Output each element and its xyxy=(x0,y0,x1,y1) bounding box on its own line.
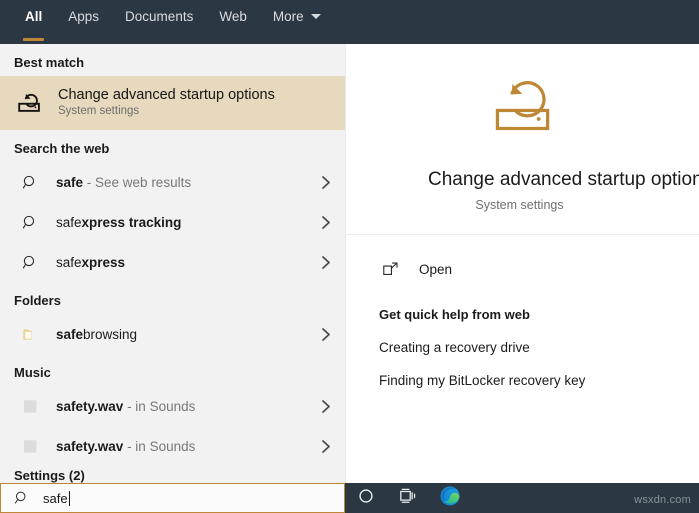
web-result-row[interactable]: safe - See web results xyxy=(0,162,345,202)
search-icon xyxy=(13,489,31,507)
music-result-suffix: ty.wav xyxy=(83,399,123,414)
tab-more[interactable]: More xyxy=(260,0,334,32)
preview-title: Change advanced startup options xyxy=(346,168,699,192)
active-tab-underline xyxy=(23,38,44,41)
quick-help-link[interactable]: Creating a recovery drive xyxy=(346,340,699,355)
music-result-label: safety.wav - in Sounds xyxy=(56,439,315,454)
music-header: Music xyxy=(0,354,345,386)
edge-button[interactable] xyxy=(429,483,471,513)
tab-apps[interactable]: Apps xyxy=(55,0,112,32)
folder-icon xyxy=(14,318,46,350)
preview-subtitle: System settings xyxy=(346,198,699,212)
cortana-circle-icon xyxy=(357,487,375,510)
music-result-suffix: ty.wav xyxy=(83,439,123,454)
tab-more-label: More xyxy=(273,9,304,24)
web-result-label: safe - See web results xyxy=(56,175,315,190)
chevron-right-icon[interactable] xyxy=(315,327,337,342)
best-match-header: Best match xyxy=(0,44,345,76)
open-action-row[interactable]: Open xyxy=(346,249,699,289)
web-result-query: safe xyxy=(56,255,82,270)
web-result-query: safe xyxy=(56,215,82,230)
open-external-icon xyxy=(379,258,401,280)
music-result-location: - in Sounds xyxy=(123,439,195,454)
search-filter-tabbar: All Apps Documents Web More xyxy=(0,0,699,44)
settings-group-header-label: Settings (2) xyxy=(14,469,345,483)
folder-result-query: safe xyxy=(56,327,83,342)
windows-search-overlay: All Apps Documents Web More Best match xyxy=(0,0,699,513)
preview-divider xyxy=(346,234,699,235)
file-placeholder-icon xyxy=(14,390,46,422)
web-result-row[interactable]: safexpress tracking xyxy=(0,202,345,242)
tab-apps-label: Apps xyxy=(68,9,99,24)
folders-header: Folders xyxy=(0,282,345,314)
edge-browser-icon xyxy=(439,485,461,512)
music-result-label: safety.wav - in Sounds xyxy=(56,399,315,414)
folder-result-row[interactable]: safebrowsing xyxy=(0,314,345,354)
recovery-drive-icon-large xyxy=(346,74,699,146)
tab-web-label: Web xyxy=(219,9,247,24)
chevron-right-icon[interactable] xyxy=(315,439,337,454)
music-result-query: safe xyxy=(56,399,83,414)
file-placeholder-icon xyxy=(14,430,46,462)
tab-all-label: All xyxy=(25,9,42,24)
chevron-right-icon[interactable] xyxy=(315,175,337,190)
web-result-query: safe xyxy=(56,175,83,190)
search-results-panel: Best match Change advanced startup optio… xyxy=(0,44,345,483)
music-result-row[interactable]: safety.wav - in Sounds xyxy=(0,426,345,466)
cortana-button[interactable] xyxy=(345,483,387,513)
web-result-label: safexpress xyxy=(56,255,315,270)
task-view-button[interactable] xyxy=(387,483,429,513)
open-action-label: Open xyxy=(419,262,452,277)
search-input[interactable]: safe xyxy=(0,483,345,513)
search-icon xyxy=(14,246,46,278)
preview-hero: Change advanced startup options System s… xyxy=(346,44,699,212)
tab-documents-label: Documents xyxy=(125,9,193,24)
music-result-row[interactable]: safety.wav - in Sounds xyxy=(0,386,345,426)
search-icon xyxy=(14,206,46,238)
search-input-value: safe xyxy=(43,491,68,506)
chevron-right-icon[interactable] xyxy=(315,255,337,270)
best-match-subtitle: System settings xyxy=(58,104,275,119)
best-match-result[interactable]: Change advanced startup options System s… xyxy=(0,76,345,130)
search-input-text-wrapper: safe xyxy=(43,491,70,506)
web-result-suffix: - See web results xyxy=(83,175,191,190)
web-result-label: safexpress tracking xyxy=(56,215,315,230)
web-result-suffix: xpress tracking xyxy=(82,215,182,230)
tab-documents[interactable]: Documents xyxy=(112,0,206,32)
text-cursor xyxy=(69,491,70,506)
search-icon xyxy=(14,166,46,198)
chevron-right-icon[interactable] xyxy=(315,215,337,230)
search-the-web-header: Search the web xyxy=(0,130,345,162)
preview-panel: Change advanced startup options System s… xyxy=(345,44,699,483)
chevron-down-icon xyxy=(311,14,321,19)
web-result-row[interactable]: safexpress xyxy=(0,242,345,282)
chevron-right-icon[interactable] xyxy=(315,399,337,414)
music-result-query: safe xyxy=(56,439,83,454)
site-watermark: wsxdn.com xyxy=(634,494,691,506)
music-result-location: - in Sounds xyxy=(123,399,195,414)
tab-all[interactable]: All xyxy=(12,0,55,32)
tab-web[interactable]: Web xyxy=(206,0,260,32)
taskbar: safe xyxy=(0,483,699,513)
quick-help-link[interactable]: Finding my BitLocker recovery key xyxy=(346,373,699,388)
folder-result-label: safebrowsing xyxy=(56,327,315,342)
quick-help-header: Get quick help from web xyxy=(346,307,699,322)
folder-result-suffix: browsing xyxy=(83,327,137,342)
recovery-drive-icon xyxy=(12,85,48,121)
best-match-title: Change advanced startup options xyxy=(58,87,275,104)
web-result-suffix: xpress xyxy=(82,255,126,270)
taskbar-buttons xyxy=(345,483,471,513)
task-view-icon xyxy=(398,487,418,510)
settings-group-header-clipped: Settings (2) xyxy=(0,469,345,483)
